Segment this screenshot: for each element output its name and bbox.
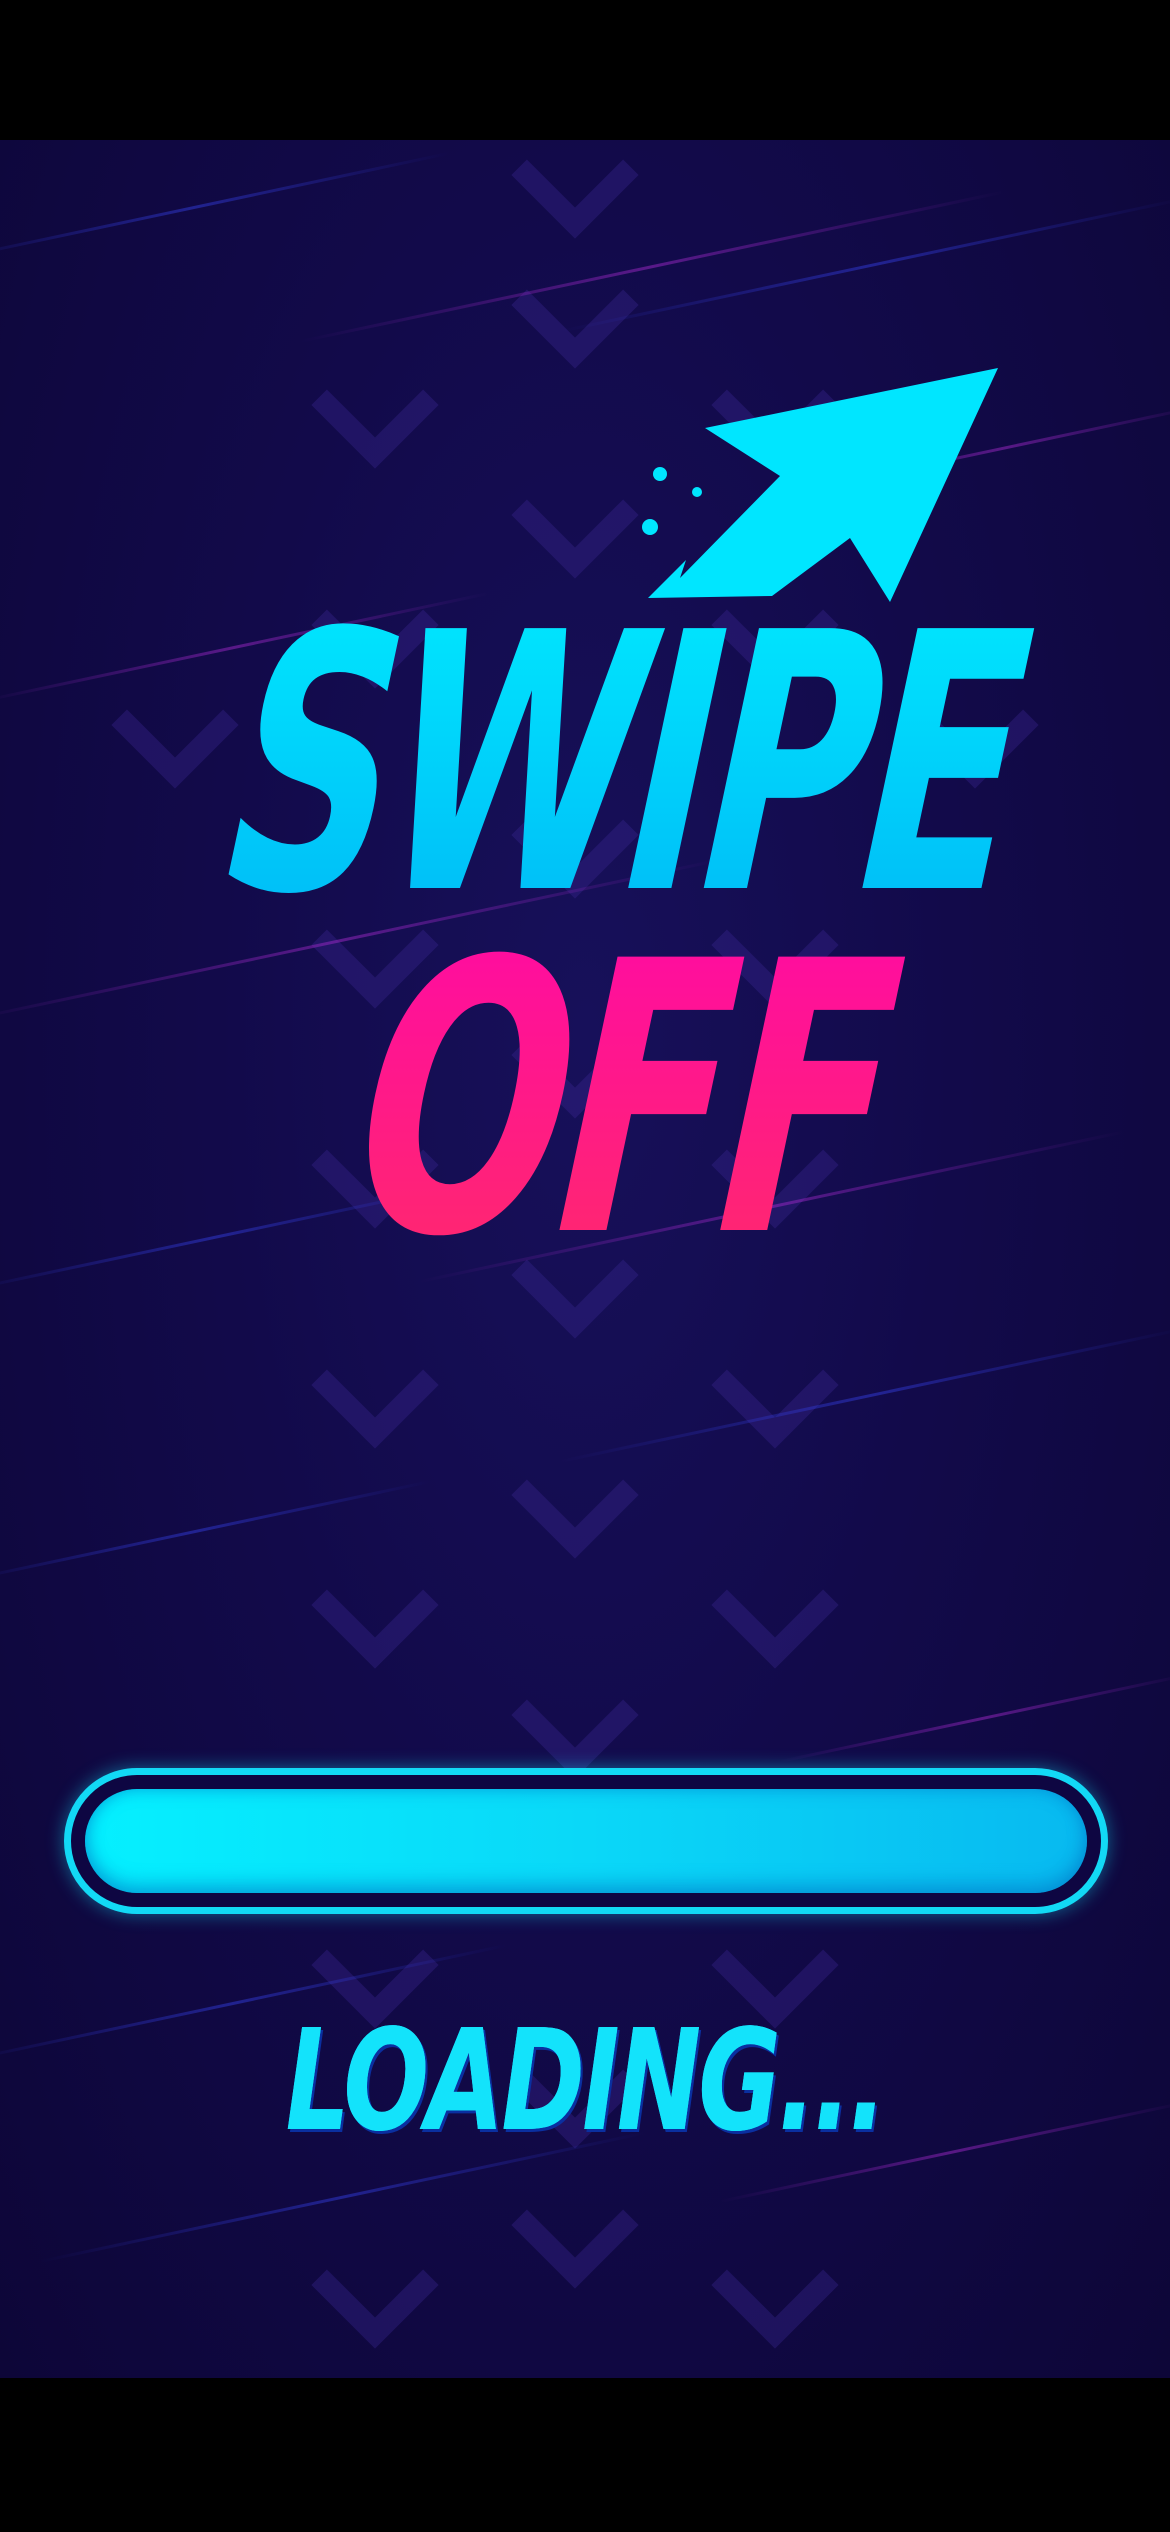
loading-screen: SWIPE OFF LOADING... [0, 140, 1170, 2378]
chevron-icon [511, 2161, 639, 2289]
chevron-icon [711, 1541, 839, 1669]
chevron-icon [311, 2221, 439, 2349]
chevron-icon [311, 1541, 439, 1669]
loading-label: LOADING... [285, 2000, 888, 2163]
screen: SWIPE OFF LOADING... [0, 0, 1170, 2532]
svg-text:OFF: OFF [315, 884, 932, 1320]
loading-progress-bar [64, 1768, 1108, 1914]
streak-line [779, 1672, 1170, 1763]
chevron-icon [511, 1651, 639, 1779]
game-logo: SWIPE OFF [190, 368, 1059, 1320]
chevron-icon [711, 2221, 839, 2349]
title-line-2: OFF [315, 884, 932, 1320]
chevron-icon [511, 1431, 639, 1559]
loading-progress-fill [85, 1789, 1087, 1893]
